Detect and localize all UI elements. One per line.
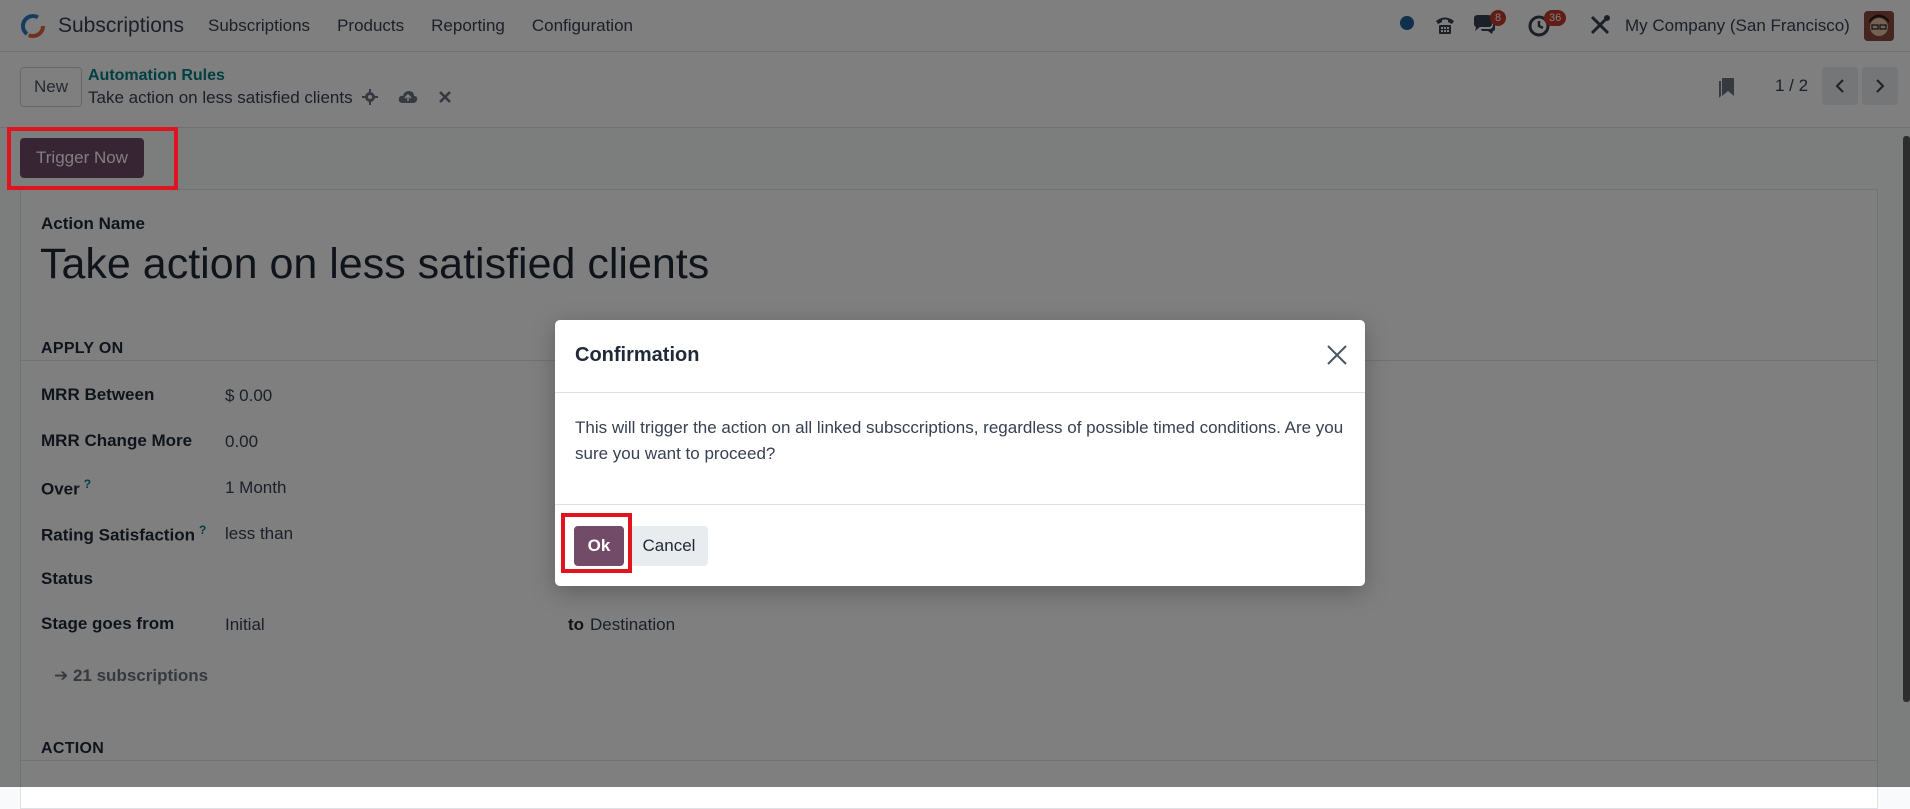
dialog-message: This will trigger the action on all link… [575, 418, 1344, 463]
cancel-button[interactable]: Cancel [630, 526, 708, 566]
highlight-trigger-now [7, 127, 178, 190]
highlight-ok [561, 513, 632, 573]
dialog-footer-divider [555, 504, 1365, 505]
dialog-title: Confirmation [575, 344, 700, 366]
close-icon[interactable] [1325, 343, 1349, 367]
confirmation-dialog: Confirmation This will trigger the actio… [555, 320, 1365, 586]
dialog-header-divider [555, 392, 1365, 393]
